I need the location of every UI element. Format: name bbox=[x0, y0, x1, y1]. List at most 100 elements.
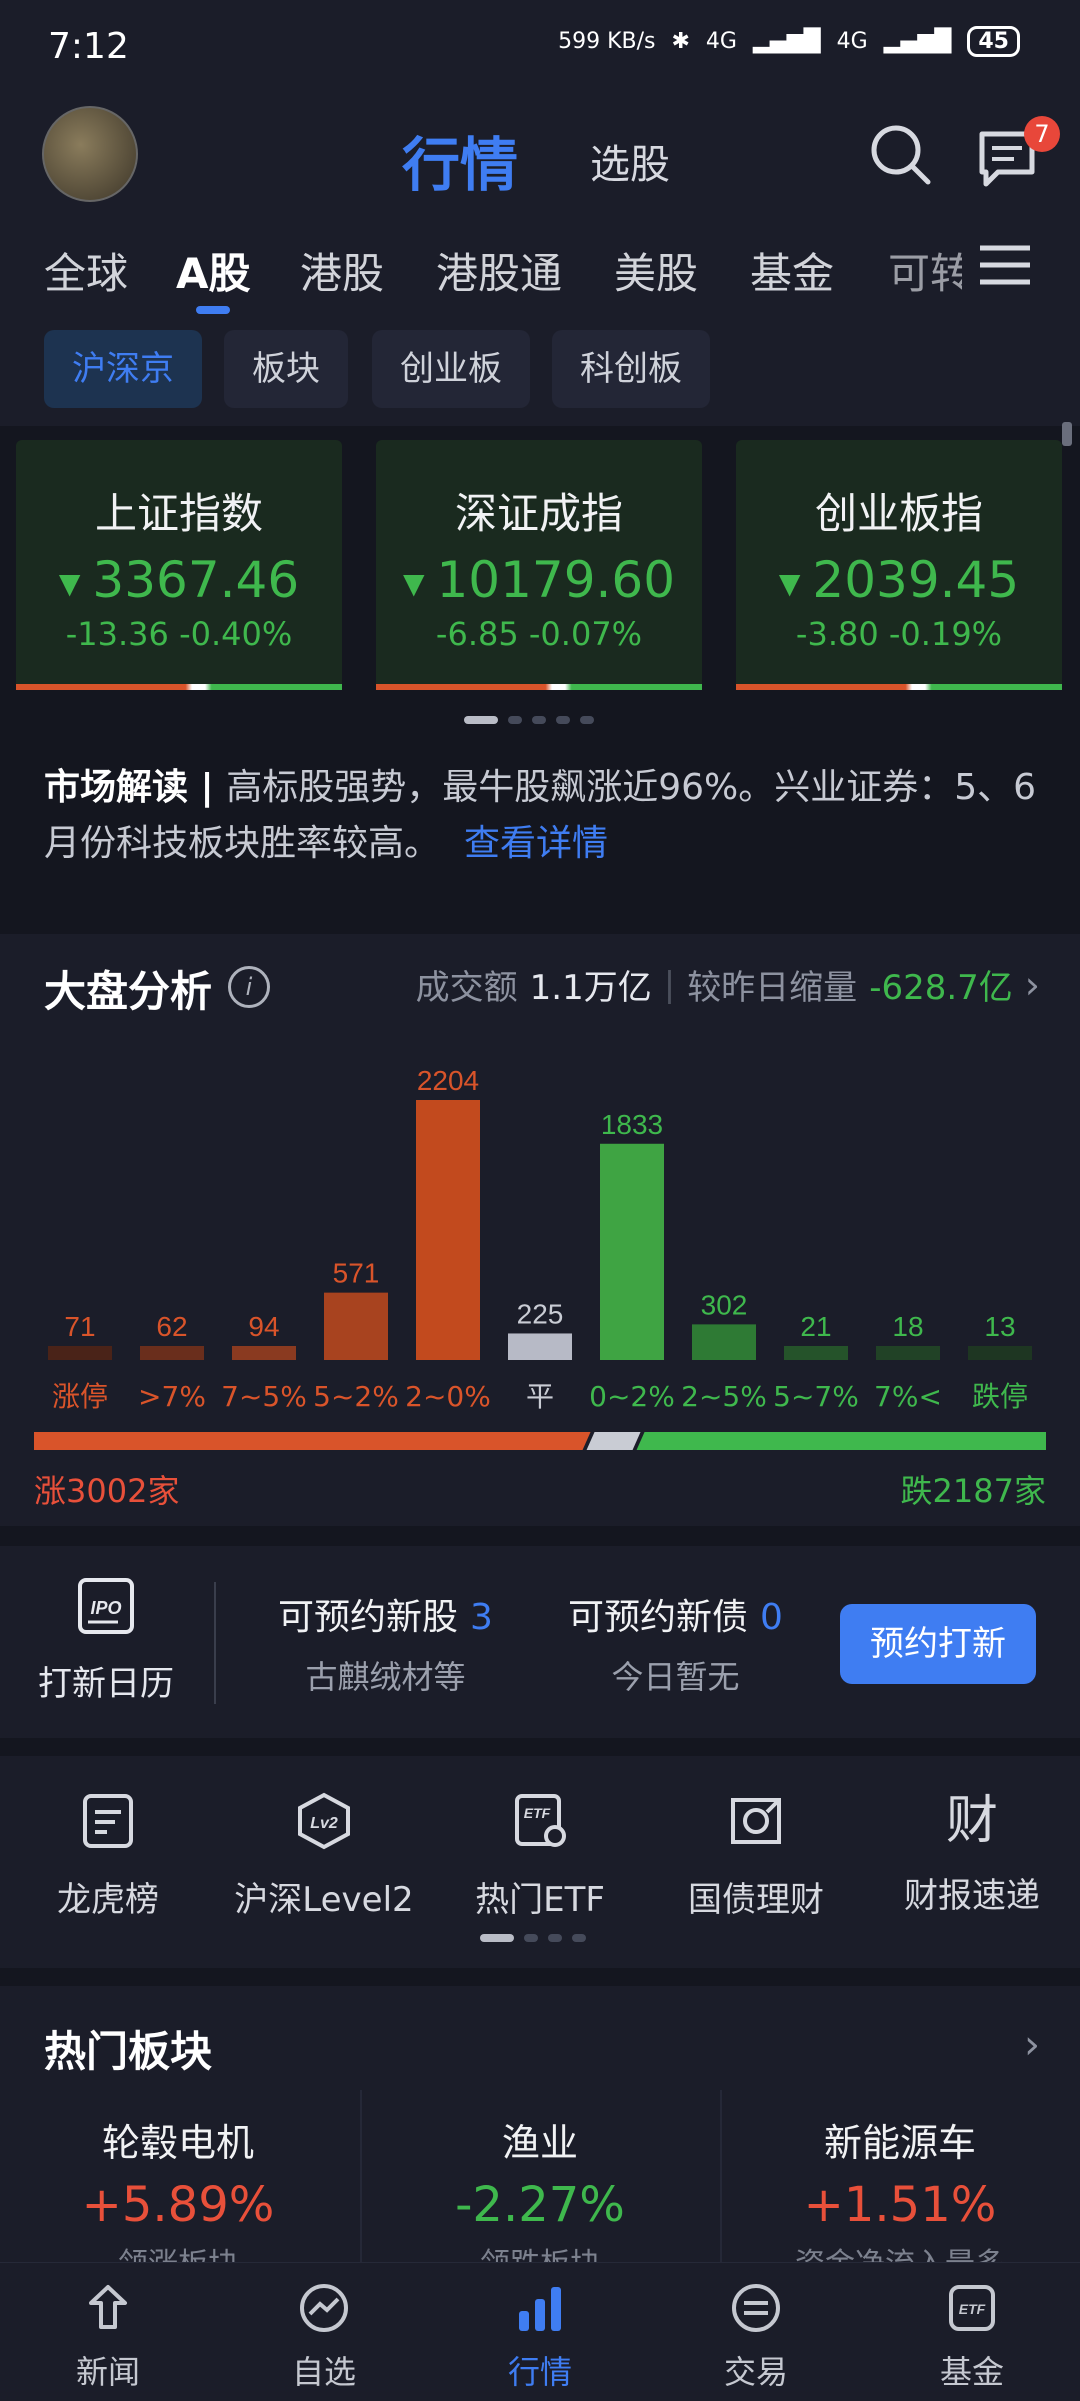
sector-name: 新能源车 bbox=[823, 2121, 976, 2165]
breadth-bar bbox=[34, 1432, 1046, 1450]
svg-text:ETF: ETF bbox=[524, 1805, 551, 1821]
index-change: -3.80 bbox=[795, 615, 879, 653]
tab-a-share[interactable]: A股 bbox=[176, 240, 251, 301]
tab-global[interactable]: 全球 bbox=[44, 240, 128, 301]
messages-button[interactable]: 7 bbox=[972, 116, 1060, 196]
chevron-right-icon: › bbox=[1024, 962, 1040, 1007]
bar-category-label: 平 bbox=[526, 1380, 554, 1413]
down-triangle-icon: ▼ bbox=[58, 567, 81, 600]
header-tab-market[interactable]: 行情 bbox=[402, 118, 518, 202]
distribution-chart: 71 涨停 62 >7% 94 7~5% 571 5~2% 2204 2~0% 225 平 1833 0~… bbox=[48, 1065, 1032, 1413]
new-bond-sub: 今日暂无 bbox=[611, 1658, 740, 1696]
bottom-tab-label: 行情 bbox=[507, 2353, 572, 2391]
index-pct: -0.19% bbox=[888, 615, 1003, 653]
breadth-down-segment bbox=[636, 1432, 1046, 1450]
commentary-detail-link[interactable]: 查看详情 bbox=[464, 823, 608, 864]
header-tab-stock-picker[interactable]: 选股 bbox=[590, 132, 670, 190]
bond-icon bbox=[731, 1798, 781, 1844]
hot-sector-card[interactable]: 渔业 -2.27% 领跌板块 bbox=[360, 2090, 718, 2262]
down-total: 跌2187家 bbox=[900, 1472, 1046, 1510]
bar-category-label: 2~0% bbox=[405, 1380, 491, 1413]
index-pct: -0.40% bbox=[179, 615, 293, 653]
quick-entry-etf[interactable]: ETF 热门ETF bbox=[432, 1792, 648, 1921]
hot-sector-card[interactable]: 新能源车 +1.51% 资金净流入最多 bbox=[720, 2090, 1078, 2262]
bottom-tab-trade[interactable]: 交易 bbox=[648, 2281, 864, 2393]
list-doc-icon bbox=[83, 1794, 133, 1848]
bottom-tab-label: 自选 bbox=[291, 2353, 356, 2391]
index-pager-dots bbox=[464, 716, 594, 724]
sector-sub: 领涨板块 bbox=[0, 2239, 356, 2262]
tab-us[interactable]: 美股 bbox=[614, 240, 698, 301]
index-name: 创业板指 bbox=[814, 489, 983, 538]
bottom-tab-news[interactable]: 新闻 bbox=[0, 2281, 216, 2393]
analysis-title: 大盘分析 bbox=[44, 967, 213, 1016]
index-change: -13.36 bbox=[65, 615, 169, 653]
bar-value-label: 94 bbox=[248, 1311, 279, 1342]
bottom-tab-fund[interactable]: ETF 基金 bbox=[864, 2281, 1080, 2393]
search-icon[interactable] bbox=[866, 120, 934, 188]
quick-entry-earnings[interactable]: 财 财报速递 bbox=[864, 1792, 1080, 1917]
quick-pager-dots bbox=[480, 1934, 586, 1942]
bar-3 bbox=[324, 1292, 388, 1360]
chip-sh-sz-bj[interactable]: 沪深京 bbox=[44, 330, 202, 408]
new-bond-label: 可预约新债 bbox=[568, 1597, 749, 1638]
bar-value-label: 62 bbox=[156, 1311, 187, 1342]
bar-6 bbox=[600, 1143, 664, 1360]
bottom-tab-label: 基金 bbox=[939, 2353, 1004, 2391]
bar-category-label: 5~2% bbox=[313, 1380, 399, 1413]
bar-4 bbox=[416, 1100, 480, 1360]
ipo-calendar-label[interactable]: 打新日历 bbox=[38, 1656, 174, 1705]
bar-0 bbox=[48, 1346, 112, 1360]
bottom-tab-watchlist[interactable]: 自选 bbox=[216, 2281, 432, 2393]
tab-underline bbox=[196, 306, 230, 314]
tab-hk[interactable]: 港股 bbox=[300, 240, 384, 301]
cai-icon: 财 bbox=[945, 1791, 998, 1851]
hot-sector-card[interactable]: 轮毂电机 +5.89% 领涨板块 bbox=[0, 2090, 356, 2262]
new-stock-sub: 古麒绒材等 bbox=[305, 1658, 466, 1696]
quick-entry-level2[interactable]: Lv2 沪深Level2 bbox=[216, 1792, 432, 1921]
network-label-1: 4G bbox=[705, 29, 737, 54]
bar-category-label: 7%< bbox=[874, 1380, 942, 1413]
market-commentary[interactable]: 市场解读 | 高标股强势，最牛股飙涨近96%。兴业证券：5、6月份科技板块胜率较… bbox=[44, 760, 1044, 872]
divider: | bbox=[663, 964, 676, 1005]
chip-star[interactable]: 科创板 bbox=[552, 330, 710, 408]
bar-category-label: 0~2% bbox=[589, 1380, 675, 1413]
info-icon[interactable]: i bbox=[228, 966, 270, 1008]
bar-category-label: 7~5% bbox=[221, 1380, 307, 1413]
sector-name: 轮毂电机 bbox=[101, 2121, 254, 2165]
tab-convertible[interactable]: 可转 bbox=[888, 240, 962, 301]
index-card-chinext[interactable]: 创业板指 ▼ 2039.45 -3.80 -0.19% bbox=[736, 440, 1062, 690]
bar-value-label: 21 bbox=[800, 1311, 831, 1342]
tab-hk-connect[interactable]: 港股通 bbox=[436, 240, 562, 301]
bar-10 bbox=[968, 1346, 1032, 1360]
turnover-value: 1.1万亿 bbox=[529, 968, 652, 1008]
index-card-shanghai[interactable]: 上证指数 ▼ 3367.46 -13.36 -0.40% bbox=[16, 440, 342, 690]
quick-entry-bond[interactable]: 国债理财 bbox=[648, 1792, 864, 1921]
quick-entry-label: 热门ETF bbox=[475, 1880, 605, 1920]
quick-entry-dragon-tiger[interactable]: 龙虎榜 bbox=[0, 1792, 216, 1921]
avatar[interactable] bbox=[42, 106, 138, 202]
chip-sectors[interactable]: 板块 bbox=[224, 330, 348, 408]
bar-value-label: 71 bbox=[64, 1311, 95, 1342]
index-card-shenzhen[interactable]: 深证成指 ▼ 10179.60 -6.85 -0.07% bbox=[376, 440, 702, 690]
ipo-divider bbox=[214, 1582, 216, 1704]
down-triangle-icon: ▼ bbox=[402, 567, 425, 600]
compare-label: 较昨日缩量 bbox=[687, 968, 858, 1008]
index-breadth-bar bbox=[376, 684, 702, 690]
new-bond-entry[interactable]: 可预约新债 0 今日暂无 bbox=[568, 1588, 783, 1698]
fund-etf-icon: ETF bbox=[949, 2285, 995, 2331]
turnover-summary[interactable]: 成交额 1.1万亿 | 较昨日缩量 -628.7亿 › bbox=[416, 960, 1040, 1009]
sector-pct: +5.89% bbox=[81, 2177, 275, 2233]
ipo-calendar-icon[interactable]: IPO bbox=[74, 1574, 138, 1638]
chevron-right-icon[interactable]: › bbox=[1024, 2022, 1040, 2068]
status-icons: 599 KB/s ✱ 4G ▂▄▆█ 4G ▂▄▆█ 45 bbox=[558, 26, 1020, 57]
subscribe-ipo-button[interactable]: 预约打新 bbox=[840, 1604, 1036, 1684]
bluetooth-icon: ✱ bbox=[671, 29, 690, 54]
bar-2 bbox=[232, 1346, 296, 1360]
sector-name: 渔业 bbox=[501, 2121, 578, 2165]
new-stock-entry[interactable]: 可预约新股 3 古麒绒材等 bbox=[278, 1588, 493, 1698]
bottom-tab-market[interactable]: 行情 bbox=[432, 2281, 648, 2393]
menu-icon[interactable] bbox=[978, 242, 1032, 288]
chip-chinext[interactable]: 创业板 bbox=[372, 330, 530, 408]
tab-fund[interactable]: 基金 bbox=[750, 240, 834, 301]
